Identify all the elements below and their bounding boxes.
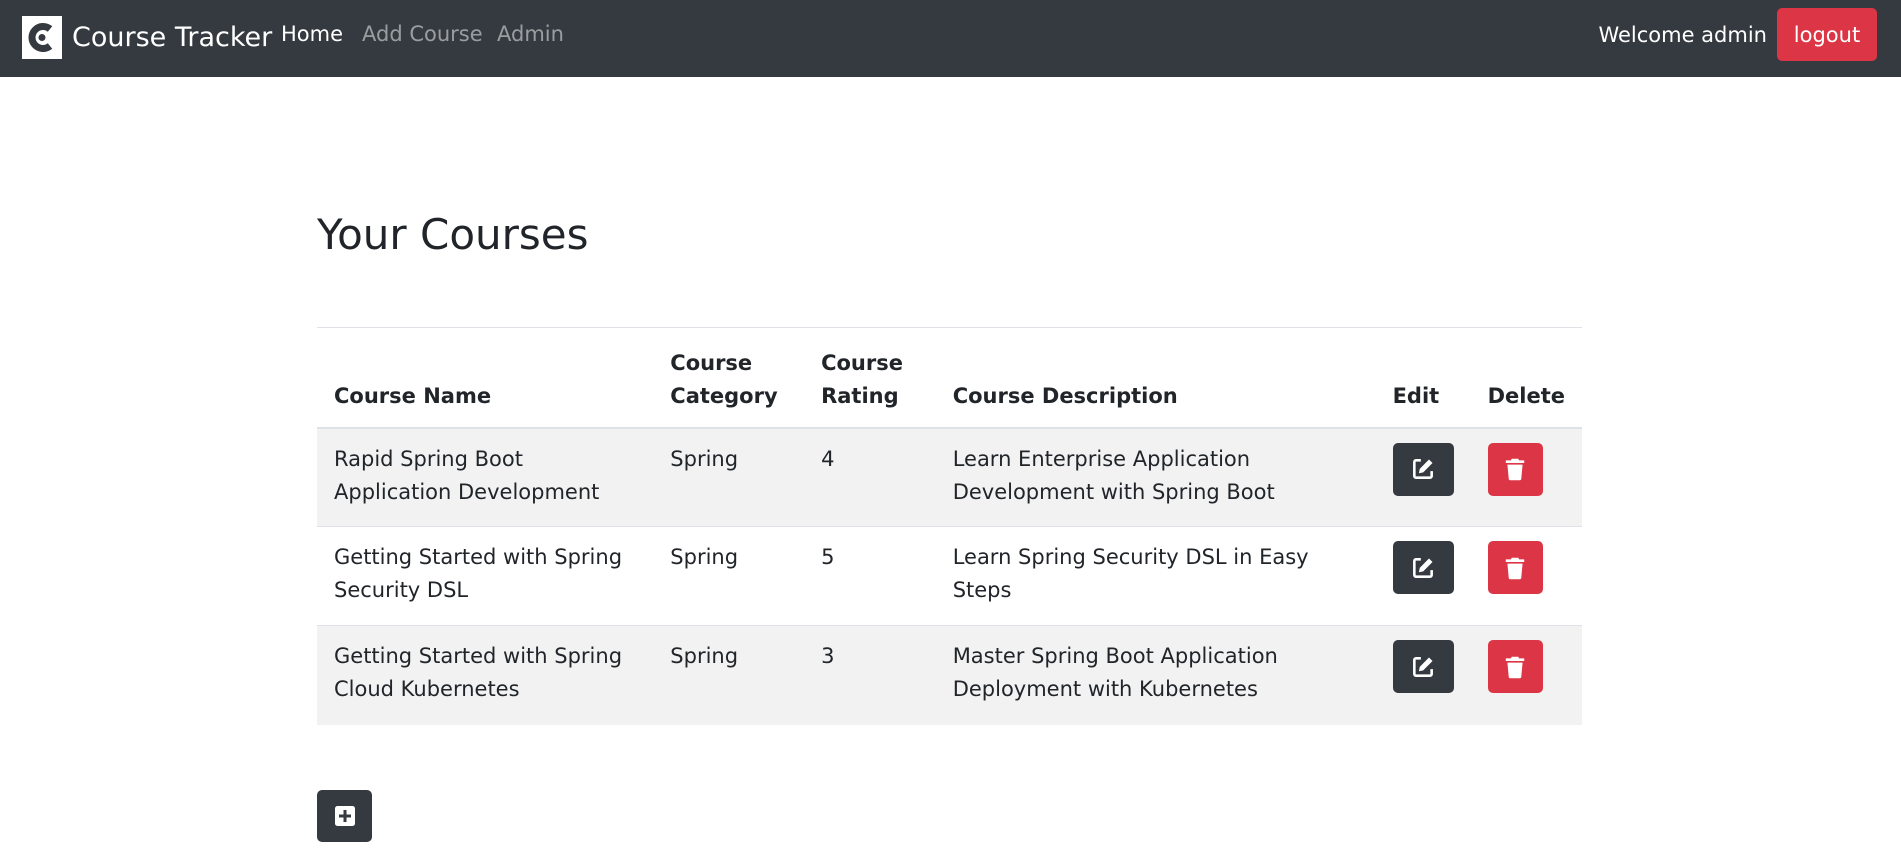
edit-icon	[1413, 656, 1434, 677]
nav-link-admin[interactable]: Admin	[497, 22, 564, 46]
delete-button[interactable]	[1487, 640, 1543, 693]
trash-icon	[1505, 656, 1525, 678]
navbar: Course Tracker Home Add Course Admin Wel…	[0, 0, 1901, 77]
header-edit: Edit	[1375, 327, 1471, 429]
edit-icon	[1413, 459, 1434, 479]
course-name-cell: Rapid Spring Boot Application Developmen…	[317, 427, 654, 527]
edit-icon	[1413, 557, 1434, 578]
header-delete: Delete	[1470, 327, 1582, 429]
edit-button[interactable]	[1392, 640, 1454, 693]
edit-button[interactable]	[1392, 442, 1454, 496]
header-course-description: Course Description	[935, 327, 1376, 429]
course-category-cell: Spring	[653, 427, 805, 527]
add-course-button[interactable]	[317, 790, 372, 842]
edit-cell	[1375, 625, 1471, 725]
course-name-cell: Getting Started with Spring Cloud Kubern…	[317, 625, 654, 725]
header-course-rating: Course Rating	[804, 327, 936, 429]
brand-name: Course Tracker	[72, 22, 273, 53]
edit-button[interactable]	[1392, 541, 1454, 594]
edit-cell	[1375, 526, 1471, 626]
table-row: Getting Started with Spring Security DSL…	[317, 526, 1582, 626]
nav-link-add-course[interactable]: Add Course	[362, 22, 483, 46]
brand-logo-icon	[22, 16, 62, 59]
trash-icon	[1505, 458, 1525, 481]
nav-link-home[interactable]: Home	[281, 22, 343, 46]
trash-icon	[1505, 557, 1525, 579]
welcome-text: Welcome admin	[1598, 23, 1767, 47]
course-category-cell: Spring	[653, 526, 805, 626]
header-course-category: Course Category	[653, 327, 805, 429]
course-rating-cell: 4	[804, 427, 936, 527]
delete-cell	[1470, 526, 1582, 626]
logout-button[interactable]: logout	[1777, 8, 1877, 61]
delete-button[interactable]	[1487, 541, 1543, 594]
table-row: Getting Started with Spring Cloud Kubern…	[317, 625, 1582, 725]
course-description-cell: Master Spring Boot Application Deploymen…	[935, 625, 1376, 725]
table-row: Rapid Spring Boot Application Developmen…	[317, 427, 1582, 527]
delete-cell	[1470, 625, 1582, 725]
course-rating-cell: 3	[804, 625, 936, 725]
plus-square-icon	[334, 806, 355, 826]
header-course-name: Course Name	[317, 327, 654, 429]
delete-cell	[1470, 427, 1582, 527]
brand-link[interactable]: Course Tracker	[22, 16, 272, 59]
course-rating-cell: 5	[804, 526, 936, 626]
course-description-cell: Learn Enterprise Application Development…	[935, 427, 1376, 527]
course-category-cell: Spring	[653, 625, 805, 725]
course-description-cell: Learn Spring Security DSL in Easy Steps	[935, 526, 1376, 626]
delete-button[interactable]	[1487, 442, 1543, 496]
table-header-row: Course Name Course Category Course Ratin…	[317, 327, 1582, 429]
edit-cell	[1375, 427, 1471, 527]
page-title: Your Courses	[317, 210, 589, 259]
course-name-cell: Getting Started with Spring Security DSL	[317, 526, 654, 626]
courses-table: Course Name Course Category Course Ratin…	[317, 327, 1582, 725]
